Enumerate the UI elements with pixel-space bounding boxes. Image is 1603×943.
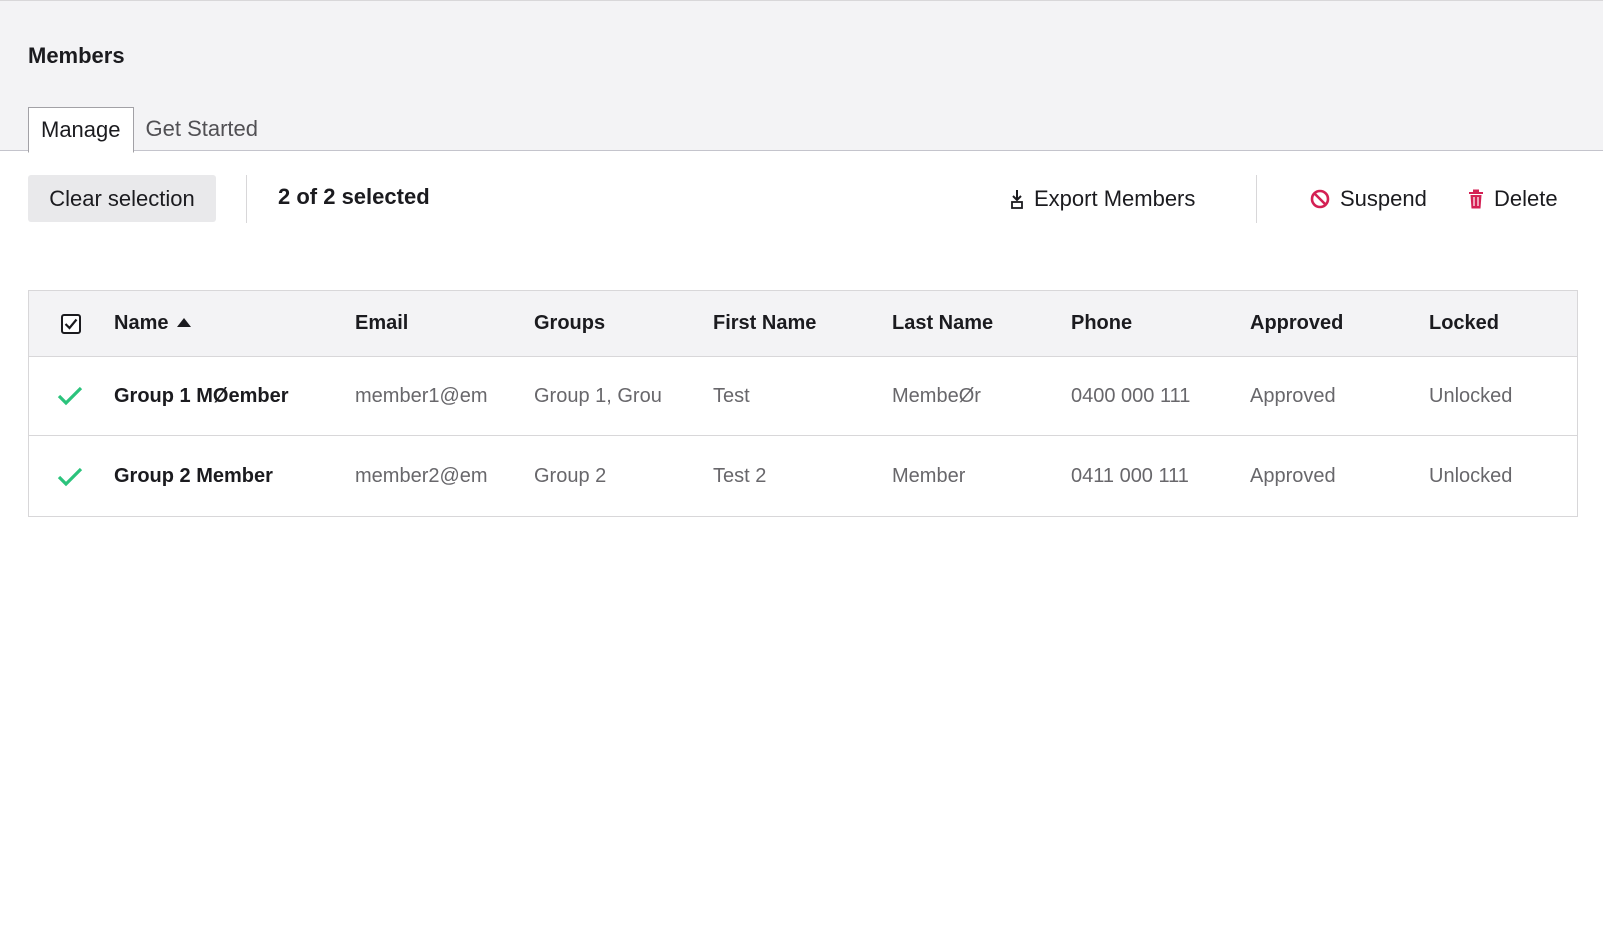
export-members-label: Export Members — [1034, 185, 1196, 211]
column-header-first-name[interactable]: First Name — [713, 291, 816, 356]
member-last-name: Member — [892, 465, 966, 487]
tab-get-started[interactable]: Get Started — [134, 107, 271, 152]
checkmark-icon — [64, 318, 78, 330]
member-approved: Approved — [1250, 465, 1336, 487]
column-header-groups[interactable]: Groups — [534, 291, 605, 356]
export-members-button[interactable]: Export Members — [1010, 175, 1195, 222]
selection-count: 2 of 2 selected — [278, 184, 430, 209]
delete-button[interactable]: Delete — [1468, 175, 1558, 222]
selected-check-icon — [57, 467, 83, 486]
member-last-name: MembeØr — [892, 384, 981, 407]
clear-selection-button[interactable]: Clear selection — [28, 175, 216, 222]
column-header-name[interactable]: Name — [114, 291, 192, 356]
member-phone: 0411 000 111 — [1071, 465, 1189, 487]
suspend-label: Suspend — [1340, 185, 1427, 211]
member-groups: Group 1, Grou — [534, 384, 662, 407]
sort-ascending-icon — [177, 317, 192, 327]
column-header-phone[interactable]: Phone — [1071, 291, 1132, 356]
row-select-cell[interactable] — [57, 437, 83, 516]
member-locked: Unlocked — [1429, 384, 1513, 407]
trash-icon — [1468, 189, 1484, 209]
member-name[interactable]: Group 1 MØember — [114, 357, 344, 435]
member-locked: Unlocked — [1429, 465, 1513, 487]
suspend-button[interactable]: Suspend — [1310, 175, 1427, 222]
member-first-name: Test — [713, 384, 750, 407]
download-icon — [1010, 189, 1024, 209]
member-first-name: Test 2 — [713, 465, 767, 487]
member-approved: Approved — [1250, 384, 1336, 407]
block-icon — [1310, 189, 1330, 209]
column-header-last-name[interactable]: Last Name — [892, 291, 993, 356]
toolbar-divider — [246, 175, 247, 223]
row-select-cell[interactable] — [57, 357, 83, 435]
member-groups: Group 2 — [534, 465, 607, 487]
members-table: Name Email Groups First Name Last Name P… — [28, 290, 1578, 517]
select-all-checkbox[interactable] — [61, 313, 81, 334]
tab-bar: Manage Get Started — [28, 107, 271, 153]
table-row[interactable]: Group 1 MØember member1@em Group 1, Grou… — [29, 357, 1577, 436]
member-email: member1@em — [355, 384, 487, 407]
selected-check-icon — [57, 386, 83, 406]
column-header-locked[interactable]: Locked — [1429, 291, 1499, 356]
page-title: Members — [28, 43, 125, 68]
toolbar-divider-actions — [1256, 175, 1257, 223]
selection-toolbar: Clear selection 2 of 2 selected Export M… — [0, 151, 1603, 247]
member-phone: 0400 000 111 — [1071, 384, 1191, 407]
delete-label: Delete — [1494, 185, 1558, 211]
tab-manage[interactable]: Manage — [28, 107, 134, 153]
column-header-approved[interactable]: Approved — [1250, 291, 1343, 356]
column-header-name-label: Name — [114, 312, 169, 334]
select-all-cell — [61, 291, 81, 356]
table-header: Name Email Groups First Name Last Name P… — [29, 291, 1577, 357]
column-header-email[interactable]: Email — [355, 291, 408, 356]
member-email: member2@em — [355, 465, 487, 487]
member-name[interactable]: Group 2 Member — [114, 437, 344, 516]
page-header: Members Manage Get Started — [0, 0, 1603, 153]
table-row[interactable]: Group 2 Member member2@em Group 2 Test 2… — [29, 437, 1577, 516]
